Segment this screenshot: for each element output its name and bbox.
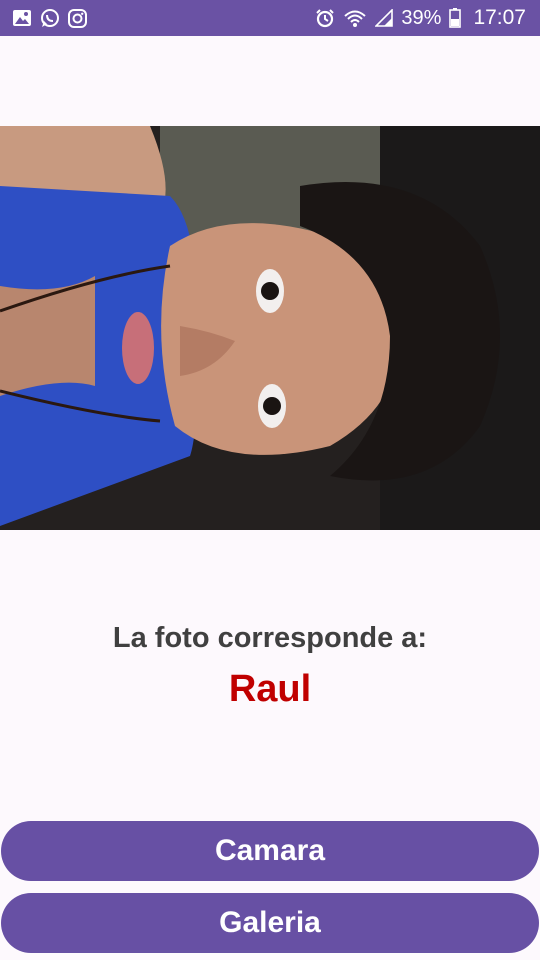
battery-percent: 39% [401,6,442,29]
signal-icon [375,9,394,27]
gallery-button[interactable]: Galeria [1,893,539,953]
alarm-icon [315,8,335,28]
battery-icon [449,8,462,28]
camera-button[interactable]: Camara [1,821,539,881]
result-caption: La foto corresponde a: [112,622,428,654]
status-bar: 39% 17:07 [0,0,540,36]
recognized-name: Raul [228,668,312,710]
recognized-photo [0,126,540,530]
system-icons: 39% 17:07 [315,6,526,30]
clock: 17:07 [473,6,526,29]
wifi-icon [343,8,367,28]
gallery-icon [12,9,32,27]
whatsapp-icon [40,8,60,28]
notification-icons [12,8,87,28]
instagram-icon [68,8,87,28]
